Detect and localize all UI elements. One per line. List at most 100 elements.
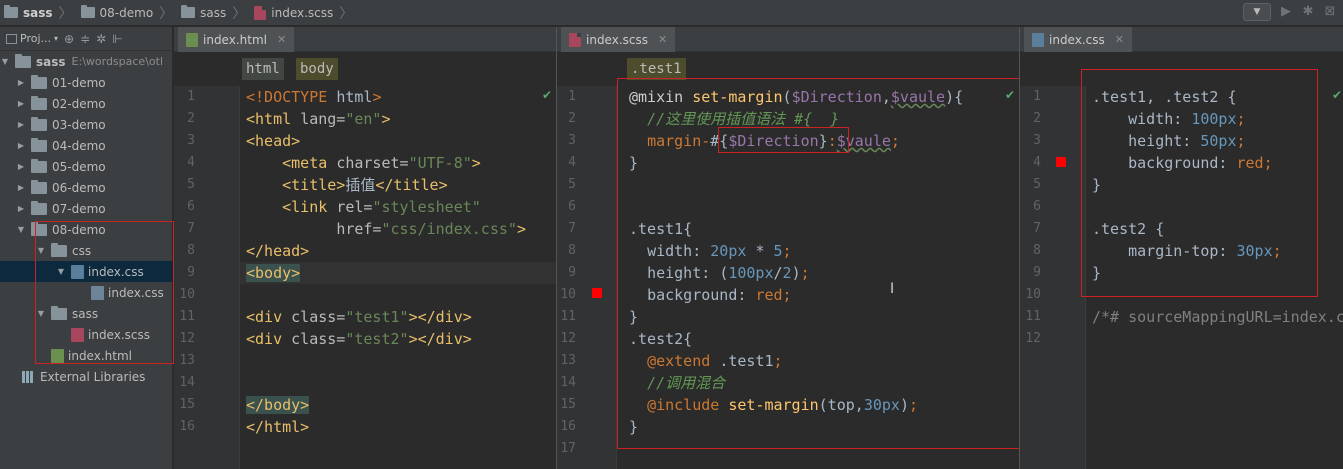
tree-label: External Libraries <box>40 369 146 384</box>
breadcrumb-index-scss[interactable]: index.scss 〉 <box>250 0 357 26</box>
breadcrumb-body[interactable]: body <box>296 58 338 80</box>
expand-arrow-icon[interactable]: ▼ <box>16 225 26 234</box>
expand-arrow-icon[interactable]: ▼ <box>0 57 10 66</box>
tree-label: index.css <box>88 264 144 279</box>
tree-item-06-demo[interactable]: ▶ 06-demo <box>0 177 173 198</box>
expand-arrow-icon[interactable]: ▼ <box>36 309 46 318</box>
expand-arrow-icon[interactable]: ▶ <box>16 204 26 213</box>
tree-item-03-demo[interactable]: ▶ 03-demo <box>0 114 173 135</box>
line-number: 2 <box>1033 111 1041 126</box>
breadcrumb-sass-folder[interactable]: sass 〉 <box>177 0 250 26</box>
line-number: 3 <box>187 133 195 148</box>
line-number: 14 <box>560 375 576 390</box>
expand-arrow-icon[interactable]: ▶ <box>16 99 26 108</box>
line-number: 3 <box>1033 133 1041 148</box>
tree-item-index-css[interactable]: ▼ index.css <box>0 261 173 282</box>
code-area-css[interactable]: .test1, .test2 { width: 100px; height: 5… <box>1092 86 1343 469</box>
close-icon[interactable]: ✕ <box>658 33 667 46</box>
breadcrumb-html[interactable]: html <box>242 58 284 80</box>
code-line: <title>插值</title> <box>282 176 448 194</box>
tree-item-07-demo[interactable]: ▶ 07-demo <box>0 198 173 219</box>
tab-index-scss[interactable]: index.scss ✕ <box>561 27 676 52</box>
code-area-scss[interactable]: @mixin set-margin($Direction,$vaule){ //… <box>629 86 1019 469</box>
target-icon[interactable]: ⊕ <box>64 32 74 46</box>
close-icon[interactable]: ✕ <box>1115 33 1124 46</box>
tree-item-css-folder[interactable]: ▼ css <box>0 240 173 261</box>
expand-arrow-icon[interactable]: ▶ <box>16 120 26 129</box>
code-line: .test1, .test2 { <box>1092 88 1237 106</box>
tree-item-sass-folder[interactable]: ▼ sass <box>0 303 173 324</box>
debug-icon[interactable]: ✱ <box>1301 5 1315 19</box>
code-line: </head> <box>246 242 310 260</box>
code-area-html[interactable]: <!DOCTYPE html> <html lang="en"> <head> … <box>246 86 556 469</box>
editor-tabbar: index.html ✕ <box>174 27 556 52</box>
code-line: @mixin set-margin($Direction,$vaule){ <box>629 88 964 106</box>
code-line: } <box>629 308 639 326</box>
tree-item-08-demo[interactable]: ▼ 08-demo <box>0 219 173 240</box>
breadcrumb-sass[interactable]: sass 〉 <box>0 0 77 26</box>
tab-label: index.scss <box>586 32 648 47</box>
line-number: 10 <box>179 287 195 302</box>
line-number: 3 <box>568 133 576 148</box>
line-number: 6 <box>568 199 576 214</box>
tree-item-04-demo[interactable]: ▶ 04-demo <box>0 135 173 156</box>
breakpoint-marker[interactable] <box>592 288 602 298</box>
line-number: 8 <box>1033 243 1041 258</box>
tab-index-html[interactable]: index.html ✕ <box>178 27 295 52</box>
hide-icon[interactable]: ⊩ <box>112 32 122 46</box>
line-number: 13 <box>560 353 576 368</box>
text-cursor-icon: I <box>890 281 895 297</box>
coverage-icon[interactable]: ⊠ <box>1323 5 1337 19</box>
expand-arrow-icon[interactable]: ▶ <box>16 162 26 171</box>
line-number: 12 <box>1025 331 1041 346</box>
code-line: <html lang="en"> <box>246 110 391 128</box>
tree-label: sass <box>36 54 66 69</box>
breadcrumb-08-demo[interactable]: 08-demo 〉 <box>77 0 178 26</box>
chevron-right-icon: 〉 <box>58 5 73 22</box>
map-file-icon <box>91 285 104 300</box>
scss-file-icon <box>569 32 581 47</box>
line-number: 4 <box>187 155 195 170</box>
close-icon[interactable]: ✕ <box>277 33 286 46</box>
expand-arrow-icon[interactable]: ▶ <box>16 78 26 87</box>
project-panel: Proj... ▾ ⊕ ≑ ✲ ⊩ ▼ sass E:\wordspace\ot… <box>0 27 174 469</box>
expand-arrow-icon[interactable]: ▶ <box>16 141 26 150</box>
folder-icon <box>31 137 47 152</box>
tree-item-index-scss[interactable]: index.scss <box>0 324 173 345</box>
folder-icon <box>51 242 67 257</box>
folder-icon <box>80 5 95 18</box>
breakpoint-marker[interactable] <box>1056 157 1066 167</box>
tree-item-index-html[interactable]: index.html <box>0 345 173 366</box>
settings-icon[interactable]: ✲ <box>96 32 106 46</box>
code-line: height: (100px/2); <box>647 264 810 282</box>
line-number: 5 <box>1033 177 1041 192</box>
run-config-dropdown[interactable]: ▼ <box>1243 3 1271 21</box>
project-tab-label: Proj... <box>20 32 51 45</box>
editor-pane-css: index.css ✕ 1 2 3 4 5 6 7 8 9 10 11 12 .test1, .tes… <box>1020 27 1343 469</box>
expand-arrow-icon[interactable]: ▶ <box>16 183 26 192</box>
navigation-bar: sass 〉 08-demo 〉 sass 〉 index.scss 〉 ▼ ▶… <box>0 0 1343 26</box>
breadcrumb-label: index.scss <box>271 5 334 20</box>
tab-index-css[interactable]: index.css ✕ <box>1024 27 1132 52</box>
tree-item-index-css-map[interactable]: index.css <box>0 282 173 303</box>
tree-label: index.html <box>68 348 132 363</box>
breadcrumb-label: 08-demo <box>99 5 154 20</box>
breadcrumb-test1[interactable]: .test1 <box>627 58 686 80</box>
expand-arrow-icon[interactable]: ▼ <box>36 246 46 255</box>
line-number: 6 <box>1033 199 1041 214</box>
expand-arrow-icon[interactable]: ▼ <box>56 267 66 276</box>
check-icon: ✔ <box>542 88 553 102</box>
chevron-right-icon: 〉 <box>339 5 354 22</box>
run-icon[interactable]: ▶ <box>1279 5 1293 19</box>
tree-item-02-demo[interactable]: ▶ 02-demo <box>0 93 173 114</box>
project-view-selector[interactable]: Proj... ▾ <box>6 32 58 45</box>
tree-root[interactable]: ▼ sass E:\wordspace\otl <box>0 51 173 72</box>
tree-item-01-demo[interactable]: ▶ 01-demo <box>0 72 173 93</box>
code-line: } <box>1092 176 1102 194</box>
tree-item-05-demo[interactable]: ▶ 05-demo <box>0 156 173 177</box>
css-file-icon <box>1032 32 1044 47</box>
collapse-icon[interactable]: ≑ <box>80 32 90 46</box>
line-number: 11 <box>179 309 195 324</box>
tree-item-external-libraries[interactable]: External Libraries <box>0 366 173 387</box>
line-number: 1 <box>568 89 576 104</box>
